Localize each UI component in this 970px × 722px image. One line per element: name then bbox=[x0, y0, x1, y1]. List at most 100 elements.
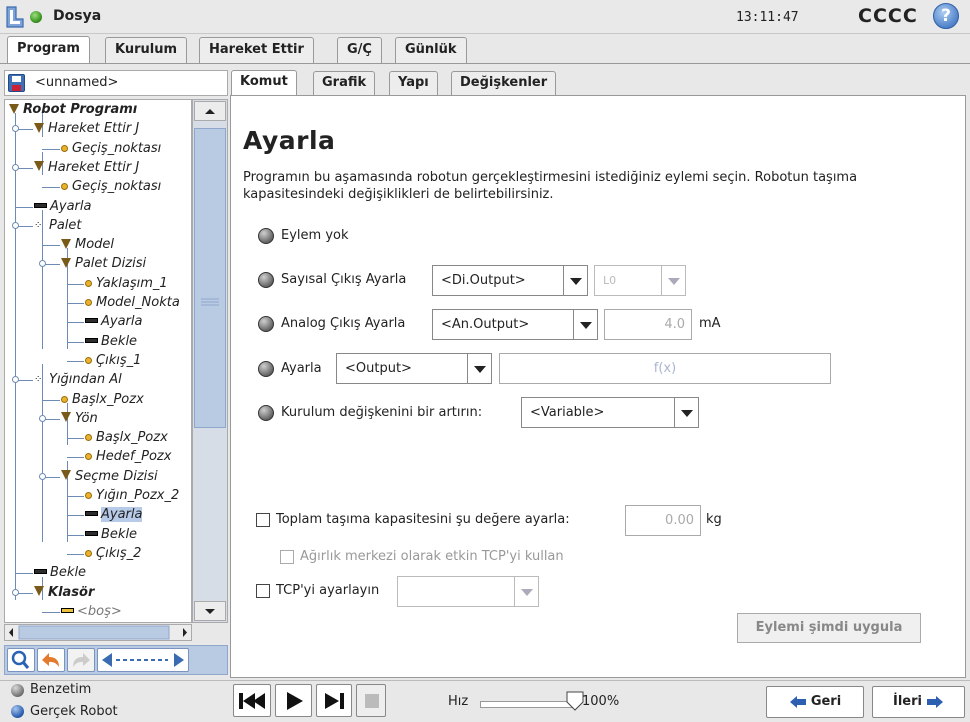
set-expression-radio[interactable] bbox=[258, 361, 274, 377]
tree-node[interactable]: Ayarla bbox=[85, 505, 142, 524]
tree-node[interactable]: Çıkış_1 bbox=[85, 351, 141, 370]
scroll-up-button[interactable] bbox=[194, 101, 226, 121]
tree-node[interactable]: ⁘Palet bbox=[34, 216, 82, 235]
tab-degiskenler[interactable]: Değişkenler bbox=[451, 71, 556, 95]
tree-node[interactable]: Geçiş_noktası bbox=[61, 177, 161, 196]
tree-expander-icon[interactable] bbox=[39, 415, 46, 422]
simulation-radio[interactable] bbox=[11, 684, 24, 697]
rewind-button[interactable] bbox=[233, 684, 271, 717]
tcp-checkbox[interactable] bbox=[256, 584, 270, 598]
analog-output-select[interactable]: <An.Output> bbox=[432, 309, 598, 340]
tree-node[interactable]: Hareket Ettir J bbox=[34, 158, 139, 177]
tree-node-label: Robot Programı bbox=[23, 102, 137, 117]
tree-vertical-scrollbar[interactable] bbox=[192, 99, 228, 623]
power-status-icon[interactable] bbox=[30, 11, 42, 23]
move-arrows-icon[interactable] bbox=[97, 648, 189, 672]
tab-program[interactable]: Program bbox=[7, 36, 90, 64]
chevron-down-icon bbox=[573, 310, 597, 339]
digital-output-radio[interactable] bbox=[258, 272, 274, 288]
tree-node[interactable]: Model_Nokta bbox=[85, 293, 180, 312]
tree-node[interactable]: Çıkış_2 bbox=[85, 544, 141, 563]
analog-value-field[interactable]: 4.0 bbox=[604, 309, 692, 340]
tab-yapi[interactable]: Yapı bbox=[389, 71, 438, 95]
tree-connector bbox=[15, 207, 33, 208]
redo-icon[interactable] bbox=[67, 648, 95, 672]
tab-kurulum[interactable]: Kurulum bbox=[105, 37, 187, 63]
tree-node[interactable]: Bekle bbox=[34, 563, 86, 582]
payload-field[interactable]: 0.00 bbox=[625, 505, 701, 536]
tree-node[interactable]: Robot Programı bbox=[9, 100, 137, 119]
tree-node[interactable]: Bekle bbox=[85, 525, 137, 544]
tree-expander-icon[interactable] bbox=[12, 164, 19, 171]
tree-node[interactable]: Başlx_Pozx bbox=[61, 390, 144, 409]
payload-checkbox[interactable] bbox=[256, 513, 270, 527]
folder-triangle-icon bbox=[61, 258, 71, 268]
pallet-icon: ⁘ bbox=[34, 370, 46, 389]
tree-node[interactable]: Klasör bbox=[34, 583, 94, 602]
next-button[interactable]: İleri bbox=[872, 686, 965, 718]
expression-field[interactable]: f(x) bbox=[499, 353, 831, 384]
tree-node[interactable]: Başlx_Pozx bbox=[85, 428, 168, 447]
speed-slider-track[interactable] bbox=[480, 701, 575, 708]
tab-gunluk[interactable]: Günlük bbox=[395, 37, 467, 63]
folder-triangle-icon bbox=[61, 470, 71, 480]
help-icon[interactable]: ? bbox=[933, 3, 959, 29]
tree-node[interactable]: Geçiş_noktası bbox=[61, 139, 161, 158]
analog-output-radio[interactable] bbox=[258, 316, 274, 332]
tree-expander-icon[interactable] bbox=[12, 589, 19, 596]
increment-variable-radio[interactable] bbox=[258, 405, 274, 421]
scroll-thumb[interactable] bbox=[194, 128, 226, 428]
tree-node[interactable]: Yaklaşım_1 bbox=[85, 274, 168, 293]
real-robot-radio[interactable] bbox=[11, 705, 24, 718]
waypoint-icon bbox=[61, 145, 68, 152]
tab-hareket-ettir[interactable]: Hareket Ettir bbox=[199, 37, 314, 63]
variable-select[interactable]: <Variable> bbox=[521, 397, 699, 428]
undo-icon[interactable] bbox=[37, 648, 65, 672]
tree-expander-icon[interactable] bbox=[12, 222, 19, 229]
tree-expander-icon[interactable] bbox=[39, 473, 46, 480]
tree-node-label: Yön bbox=[75, 411, 98, 426]
output-select[interactable]: <Output> bbox=[336, 353, 492, 384]
play-button[interactable] bbox=[275, 684, 312, 717]
tree-node[interactable]: Yığın_Pozx_2 bbox=[85, 486, 179, 505]
digital-output-select[interactable]: <Di.Output> bbox=[432, 265, 588, 296]
set-command-icon bbox=[85, 318, 98, 323]
tree-node[interactable]: <boş> bbox=[61, 602, 122, 621]
tree-connector bbox=[42, 364, 43, 542]
tree-node[interactable]: Palet Dizisi bbox=[61, 254, 146, 273]
step-button[interactable] bbox=[316, 684, 352, 717]
waypoint-icon bbox=[85, 550, 92, 557]
tree-node[interactable]: Bekle bbox=[85, 332, 137, 351]
search-icon[interactable] bbox=[7, 648, 35, 672]
tab-komut[interactable]: Komut bbox=[231, 70, 297, 96]
tree-node[interactable]: Yön bbox=[61, 409, 98, 428]
tree-node[interactable]: Hareket Ettir J bbox=[34, 119, 139, 138]
tab-grafik[interactable]: Grafik bbox=[313, 71, 375, 95]
save-icon[interactable] bbox=[8, 74, 25, 92]
tree-node[interactable]: Hedef_Pozx bbox=[85, 447, 171, 466]
tree-node-label: Başlx_Pozx bbox=[72, 392, 144, 407]
folder-triangle-icon bbox=[34, 161, 44, 171]
back-button[interactable]: Geri bbox=[766, 686, 864, 718]
file-menu[interactable]: Dosya bbox=[53, 8, 101, 24]
tree-node[interactable]: Model bbox=[61, 235, 114, 254]
tree-expander-icon[interactable] bbox=[39, 260, 46, 267]
apply-now-button[interactable]: Eylemi şimdi uygula bbox=[737, 613, 921, 643]
tree-horizontal-scrollbar[interactable] bbox=[4, 624, 192, 641]
tree-node[interactable]: ⁘Yığından Al bbox=[34, 370, 122, 389]
chevron-down-icon bbox=[467, 354, 491, 383]
tree-expander-icon[interactable] bbox=[12, 125, 19, 132]
tree-node[interactable]: Ayarla bbox=[85, 312, 142, 331]
cog-checkbox[interactable] bbox=[280, 550, 294, 564]
tree-expander-icon[interactable] bbox=[12, 376, 19, 383]
tree-node[interactable]: Seçme Dizisi bbox=[61, 467, 158, 486]
scroll-down-button[interactable] bbox=[194, 601, 226, 621]
tab-io[interactable]: G/Ç bbox=[337, 37, 382, 63]
speed-value: 100% bbox=[582, 694, 619, 709]
arrow-right-icon bbox=[926, 695, 944, 709]
no-action-radio[interactable] bbox=[258, 228, 274, 244]
waypoint-icon bbox=[85, 434, 92, 441]
stop-button[interactable] bbox=[356, 684, 386, 717]
set-expression-label: Ayarla bbox=[281, 361, 322, 376]
tree-node[interactable]: Ayarla bbox=[34, 197, 91, 216]
